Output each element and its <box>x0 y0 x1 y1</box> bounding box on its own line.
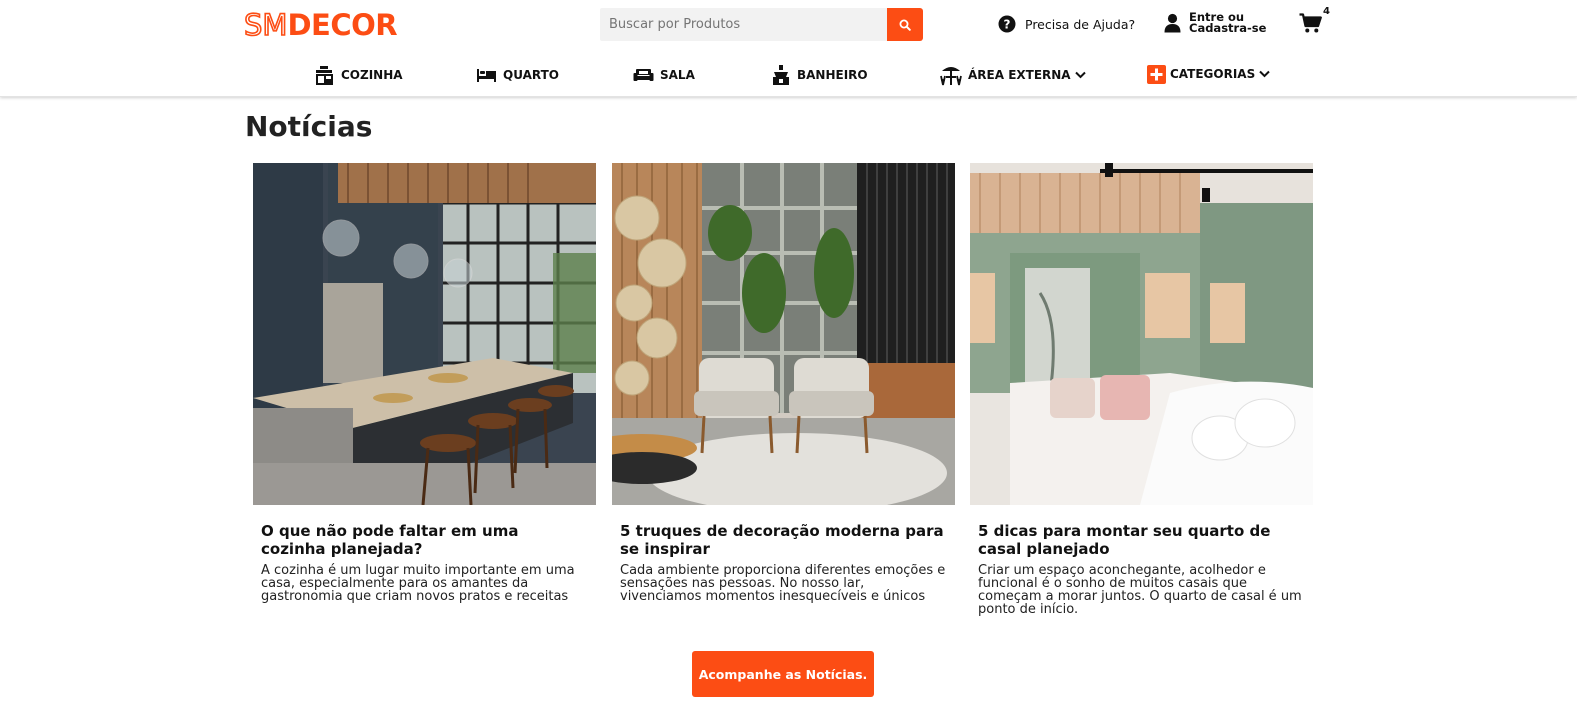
question-circle-icon: ? <box>998 15 1016 33</box>
news-title[interactable]: 5 truques de decoração moderna para se i… <box>620 522 947 558</box>
nav-label: QUARTO <box>503 68 559 82</box>
search-input[interactable] <box>600 8 888 41</box>
user-icon <box>1164 13 1181 33</box>
news-card[interactable]: 5 dicas para montar seu quarto de casal … <box>970 163 1313 616</box>
cart-button[interactable]: 4 <box>1299 6 1330 38</box>
nav-item-area-externa[interactable]: ÁREA EXTERNA <box>940 63 1086 87</box>
news-image-kitchen[interactable] <box>253 163 596 505</box>
news-card[interactable]: O que não pode faltar em uma cozinha pla… <box>253 163 596 603</box>
account-label: Entre ou Cadastra-se <box>1189 10 1267 35</box>
category-nav: COZINHA QUARTO SALA BANHEIRO ÁREA EXTERN… <box>0 60 1577 90</box>
nav-item-cozinha[interactable]: COZINHA <box>313 63 403 87</box>
nav-label: ÁREA EXTERNA <box>968 68 1071 82</box>
chevron-down-icon <box>1259 70 1270 78</box>
cart-icon <box>1299 13 1322 33</box>
chevron-down-icon <box>1074 71 1086 79</box>
sofa-icon <box>633 69 654 81</box>
news-card[interactable]: 5 truques de decoração moderna para se i… <box>612 163 955 603</box>
search-icon <box>899 19 911 31</box>
news-description: Criar um espaço aconchegante, acolhedor … <box>978 563 1302 617</box>
kitchen-icon <box>316 66 333 85</box>
nav-label: SALA <box>660 68 695 82</box>
page-title: Notícias <box>245 110 373 143</box>
site-header: SMDECOR ? Precisa de Ajuda? Entre ou Cad… <box>0 0 1577 97</box>
search-bar <box>600 8 923 41</box>
logo-sm-text: SM <box>243 8 288 42</box>
logo[interactable]: SMDECOR <box>243 8 398 42</box>
plus-square-icon <box>1147 64 1166 84</box>
outdoor-icon <box>940 67 962 86</box>
news-title[interactable]: 5 dicas para montar seu quarto de casal … <box>978 522 1305 558</box>
help-label: Precisa de Ajuda? <box>1025 16 1136 32</box>
follow-news-button[interactable]: Acompanhe as Notícias. <box>692 651 874 697</box>
news-description: Cada ambiente proporciona diferentes emo… <box>620 563 946 604</box>
cart-count-badge: 4 <box>1323 6 1330 17</box>
news-image-living-room[interactable] <box>612 163 955 505</box>
news-description: A cozinha é um lugar muito importante em… <box>261 563 575 604</box>
nav-item-categorias[interactable]: CATEGORIAS <box>1147 62 1270 86</box>
search-button[interactable] <box>887 8 923 41</box>
nav-label: COZINHA <box>341 68 403 82</box>
news-title[interactable]: O que não pode faltar em uma cozinha pla… <box>261 522 588 558</box>
nav-item-quarto[interactable]: QUARTO <box>476 63 559 87</box>
svg-text:?: ? <box>1004 17 1011 31</box>
help-link[interactable]: ? Precisa de Ajuda? <box>998 15 1135 33</box>
nav-item-banheiro[interactable]: BANHEIRO <box>771 63 868 87</box>
news-image-bedroom[interactable] <box>970 163 1313 505</box>
account-link[interactable]: Entre ou Cadastra-se <box>1164 10 1269 35</box>
nav-item-sala[interactable]: SALA <box>633 63 695 87</box>
nav-label: BANHEIRO <box>797 68 868 82</box>
nav-label: CATEGORIAS <box>1170 67 1256 81</box>
bed-icon <box>477 69 496 82</box>
logo-decor-text: DECOR <box>287 8 398 42</box>
bathroom-icon <box>773 65 789 85</box>
